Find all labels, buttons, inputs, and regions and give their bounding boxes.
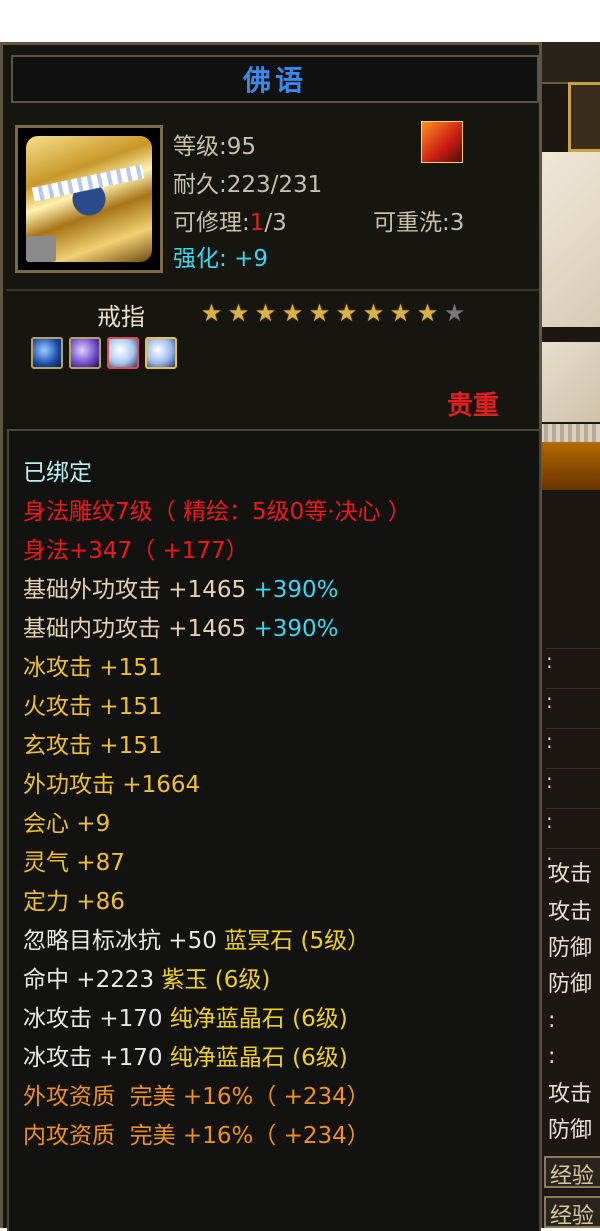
- bg-stat-label: 攻击: [548, 862, 593, 887]
- item-enhance: 强化: +9: [173, 239, 268, 273]
- star-icon: ★: [335, 299, 358, 327]
- bg-top-frame: [540, 42, 600, 84]
- gem4-stat: 冰攻击 +170: [23, 1045, 163, 1071]
- item-repair: 可修理:1/3: [173, 203, 287, 237]
- star-icon: ★: [308, 299, 331, 327]
- gem-slot-crystal-icon[interactable]: [107, 337, 139, 369]
- repair-used: 1: [249, 210, 265, 236]
- bg-stat-label: 防御: [548, 1118, 593, 1143]
- gem4-name: 纯净蓝晶石 (6级): [169, 1045, 348, 1071]
- repair-label: 可修理:: [173, 210, 250, 236]
- outer-base-attack: 基础外功攻击 +1465 +390%: [23, 570, 338, 604]
- bg-ornament-band: [540, 424, 600, 442]
- bg-floor-lower: [540, 342, 600, 422]
- gem-slot-crystal-icon[interactable]: [145, 337, 177, 369]
- crit-line: 会心 +9: [23, 811, 111, 837]
- star-icon: ★: [362, 299, 385, 327]
- bg-colon: :: [548, 1044, 556, 1069]
- gem3-stat: 冰攻击 +170: [23, 1006, 163, 1032]
- bg-floor: [540, 152, 600, 327]
- gem4-line: 冰攻击 +170 纯净蓝晶石 (6级): [23, 1038, 348, 1072]
- gem3-name: 纯净蓝晶石 (6级): [169, 1006, 348, 1032]
- enhance-value: +9: [234, 246, 268, 272]
- gem1-name: 蓝冥石 (5级）: [224, 928, 371, 954]
- gem2-line: 命中 +2223 紫玉 (6级): [23, 960, 270, 994]
- star-rating: ★ ★ ★ ★ ★ ★ ★ ★ ★ ★: [199, 301, 467, 325]
- quality-inner-line: 内攻资质 完美 +16%（ +234）: [23, 1123, 370, 1149]
- bound-status: 已绑定: [23, 460, 92, 486]
- star-icon: ★: [443, 299, 466, 327]
- bg-exp-button[interactable]: 经验: [544, 1196, 600, 1228]
- item-rewash: 可重洗:3: [373, 210, 465, 236]
- gem-slot-blue-icon[interactable]: [31, 337, 63, 369]
- repair-total: /3: [264, 210, 287, 236]
- durability-label: 耐久:: [173, 172, 227, 198]
- bg-row: :: [546, 688, 600, 719]
- bg-row: :: [546, 768, 600, 799]
- bg-row: :: [546, 648, 600, 679]
- fire-attack-line: 火攻击 +151: [23, 694, 163, 720]
- ice-attack-line: 冰攻击 +151: [23, 655, 163, 681]
- background-game-scene: : : : : : : 攻击 攻击 防御 防御 : : 攻击 防御 经验 经验: [540, 42, 600, 1228]
- item-name: 佛语: [242, 64, 307, 97]
- star-icon: ★: [416, 299, 439, 327]
- gem-slot-purple-icon[interactable]: [69, 337, 101, 369]
- item-type: 戒指: [97, 303, 145, 331]
- inner-base-attack: 基础内功攻击 +1465 +390%: [23, 609, 338, 643]
- bg-stat-label: 攻击: [548, 900, 593, 925]
- star-icon: ★: [281, 299, 304, 327]
- outer-attack-line: 外功攻击 +1664: [23, 772, 201, 798]
- gem2-stat: 命中 +2223: [23, 967, 155, 993]
- divider: [6, 289, 539, 291]
- agility-line: 身法+347（ +177）: [23, 538, 249, 564]
- outer-base-label: 基础外功攻击 +1465: [23, 577, 247, 603]
- gem2-name: 紫玉 (6级): [161, 967, 271, 993]
- spirit-line: 灵气 +87: [23, 850, 125, 876]
- quality-outer-line: 外攻资质 完美 +16%（ +234）: [23, 1084, 370, 1110]
- bg-stat-label: 防御: [548, 972, 593, 997]
- bind-lock-icon: [26, 236, 56, 262]
- bg-exp-button[interactable]: 经验: [544, 1156, 600, 1189]
- bg-colon: :: [548, 1008, 556, 1033]
- item-title-bar: 佛语: [11, 55, 539, 103]
- outer-base-pct: +390%: [253, 577, 339, 603]
- item-durability: 耐久:223/231: [173, 165, 322, 199]
- attribute-panel: 已绑定 身法雕纹7级（ 精绘：5级0等·决心 ） 身法+347（ +177） 基…: [7, 429, 541, 1231]
- star-icon: ★: [389, 299, 412, 327]
- bg-skill-icon: [568, 82, 600, 152]
- durability-value: 223/231: [226, 172, 323, 198]
- enhance-label: 强化:: [173, 246, 227, 272]
- mystic-attack-line: 玄攻击 +151: [23, 733, 163, 759]
- star-icon: ★: [200, 299, 223, 327]
- bg-row: :: [546, 728, 600, 759]
- bg-stat-label: 防御: [548, 936, 593, 961]
- gem1-stat: 忽略目标冰抗 +50: [23, 928, 217, 954]
- item-level: 等级:95: [173, 134, 257, 160]
- item-tooltip: 佛语 等级:95 耐久:223/231 可修理:1/3 可重洗:3 强化: +9…: [0, 42, 542, 1231]
- bg-orange-bar: [540, 442, 600, 490]
- gem3-line: 冰攻击 +170 纯净蓝晶石 (6级): [23, 999, 348, 1033]
- star-icon: ★: [227, 299, 250, 327]
- engrave-line: 身法雕纹7级（ 精绘：5级0等·决心 ）: [23, 499, 411, 525]
- phoenix-badge-icon: [421, 121, 463, 163]
- bg-stat-label: 攻击: [548, 1082, 593, 1107]
- item-icon-frame: [15, 125, 163, 273]
- gem-slots: [31, 337, 177, 369]
- inner-base-pct: +390%: [253, 616, 339, 642]
- inner-base-label: 基础内功攻击 +1465: [23, 616, 247, 642]
- gem1-line: 忽略目标冰抗 +50 蓝冥石 (5级）: [23, 921, 370, 955]
- focus-line: 定力 +86: [23, 889, 125, 915]
- bg-row: :: [546, 808, 600, 839]
- star-icon: ★: [254, 299, 277, 327]
- item-rarity: 贵重: [447, 391, 500, 421]
